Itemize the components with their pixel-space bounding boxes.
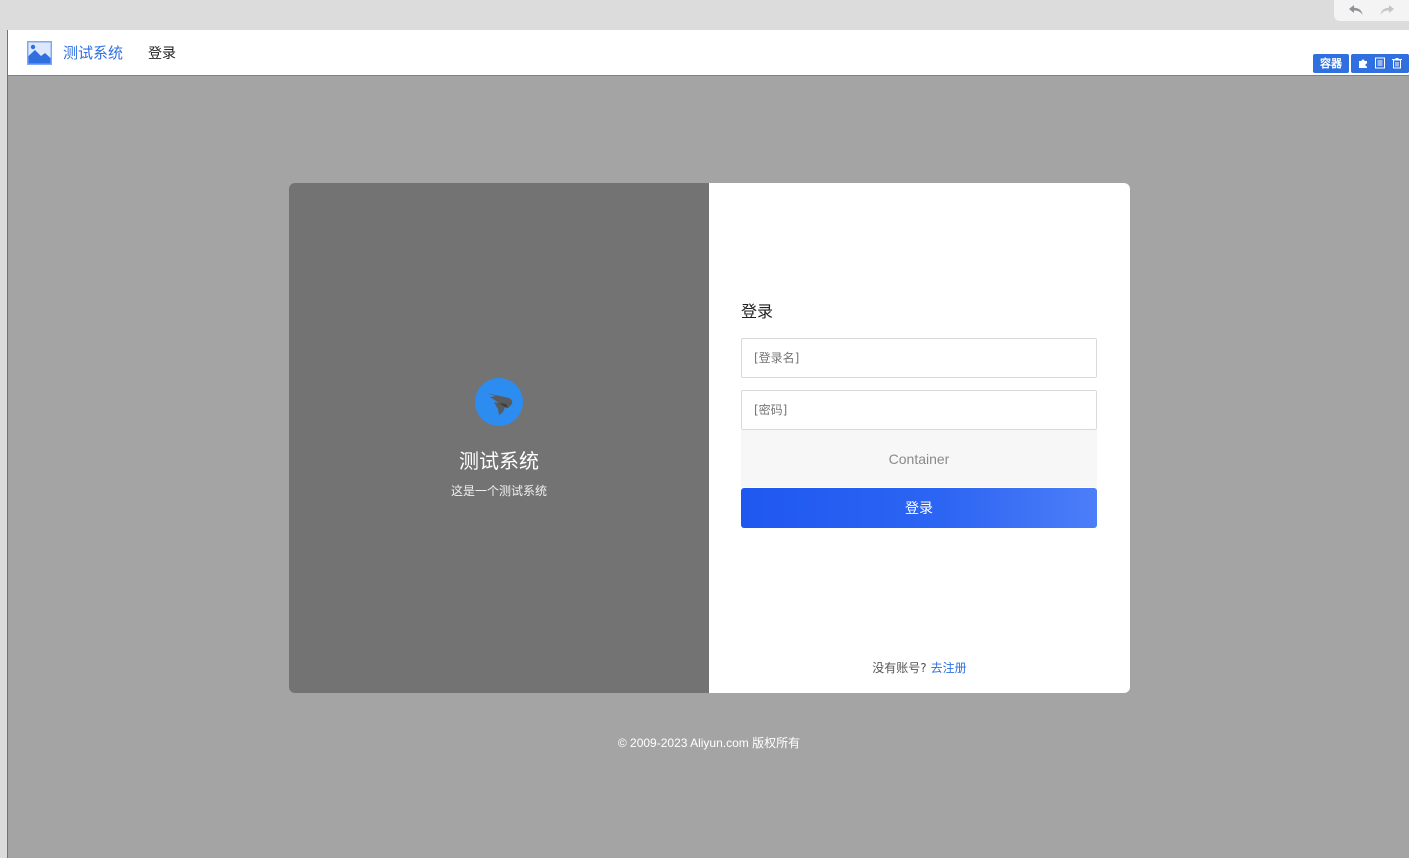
password-input[interactable]	[741, 390, 1097, 430]
login-button[interactable]: 登录	[741, 488, 1097, 528]
copyright-text: © 2009-2023 Aliyun.com 版权所有	[617, 736, 801, 750]
redo-icon[interactable]	[1379, 1, 1395, 20]
container-label-badge[interactable]: 容器	[1313, 54, 1349, 73]
container-placeholder-label: Container	[888, 450, 950, 467]
username-input[interactable]	[741, 338, 1097, 378]
register-prompt: 没有账号?	[872, 661, 927, 675]
editor-toolbar	[0, 0, 1409, 30]
bird-logo-icon	[475, 378, 523, 426]
card-subtitle: 这是一个测试系统	[450, 484, 547, 498]
card-branding-panel: 测试系统 这是一个测试系统	[289, 183, 709, 693]
login-heading: 登录	[741, 302, 774, 321]
page-footer: © 2009-2023 Aliyun.com 版权所有	[8, 734, 1409, 751]
app-title[interactable]: 测试系统	[63, 42, 123, 63]
login-form-panel: 登录 Container 登录 没有账号? 去注册	[709, 183, 1130, 693]
trash-icon[interactable]	[1391, 54, 1403, 73]
container-placeholder[interactable]: Container	[741, 430, 1097, 487]
list-icon[interactable]	[1374, 54, 1386, 73]
container-tool-chip: 容器	[1313, 54, 1409, 73]
register-row: 没有账号? 去注册	[709, 659, 1130, 676]
card-title: 测试系统	[459, 449, 539, 473]
image-logo-icon[interactable]	[27, 40, 52, 65]
container-actions	[1351, 54, 1409, 73]
undo-icon[interactable]	[1348, 1, 1364, 20]
register-link[interactable]: 去注册	[931, 661, 967, 675]
undo-redo-group	[1334, 0, 1409, 21]
app-header: 测试系统 登录	[8, 30, 1409, 76]
login-card: 测试系统 这是一个测试系统 登录 Container 登录 没有账号? 去注册	[289, 183, 1130, 693]
nav-item-login[interactable]: 登录	[148, 43, 176, 63]
design-canvas[interactable]: 测试系统 登录 容器 测试系统 这是一个测试系统 登录 [登录名] Contai…	[7, 30, 1409, 858]
puzzle-icon[interactable]	[1357, 54, 1369, 73]
